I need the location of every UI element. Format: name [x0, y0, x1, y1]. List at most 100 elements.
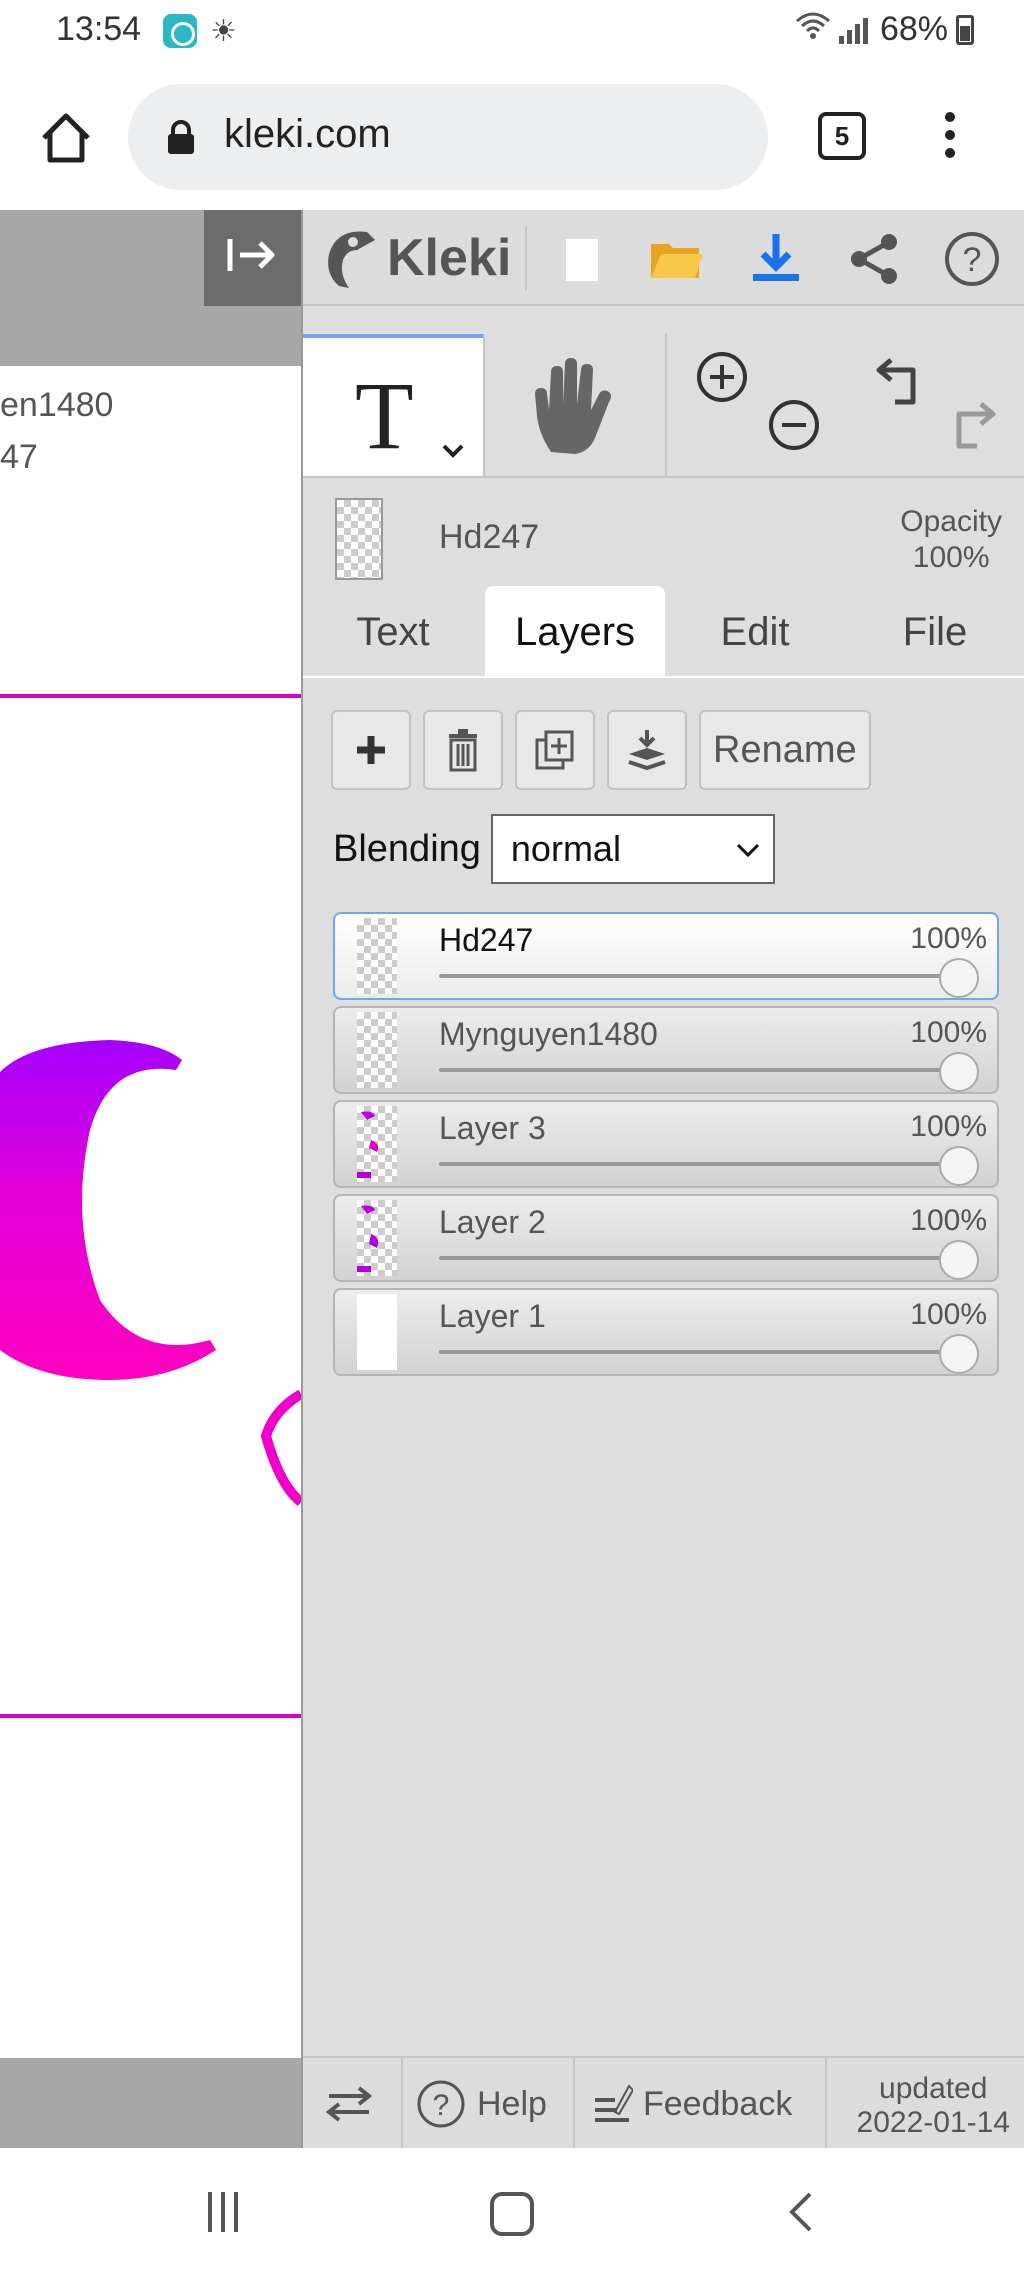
battery-text: 68%: [879, 10, 948, 48]
browser-menu-icon[interactable]: [940, 112, 960, 164]
layer-opacity-knob[interactable]: [939, 1334, 979, 1374]
help-circle-icon: ?: [417, 2080, 465, 2128]
layer-opacity-slider[interactable]: [439, 1068, 959, 1072]
layer-opacity: 100%: [910, 1298, 987, 1331]
blending-select[interactable]: normal: [490, 814, 775, 884]
tab-switcher-button[interactable]: 5: [818, 112, 866, 160]
drawing-canvas[interactable]: en1480 47: [0, 210, 301, 2148]
battery-icon: [956, 14, 974, 45]
current-layer-info: Hd247 Opacity 100%: [303, 480, 1024, 580]
updated-date: 2022-01-14: [856, 2106, 1010, 2139]
layer-opacity-knob[interactable]: [939, 1240, 979, 1280]
trash-icon: [449, 729, 477, 772]
layer-actions: Rename: [331, 710, 871, 792]
tool-bar: T: [303, 334, 1024, 478]
layer-opacity: 100%: [910, 1204, 987, 1237]
layer-name: Layer 3: [439, 1110, 546, 1146]
tab-layers[interactable]: Layers: [485, 586, 665, 678]
canvas-bottom-border: [0, 2058, 301, 2148]
signal-icon: [838, 16, 868, 44]
feedback-pen-icon: [595, 2084, 633, 2122]
recent-apps-icon[interactable]: [208, 2192, 248, 2232]
layer-opacity: 100%: [910, 1016, 987, 1049]
home-icon[interactable]: [36, 108, 96, 168]
logo-text: Kleki: [387, 229, 512, 287]
system-nav-bar: [0, 2148, 1024, 2276]
opacity-label: Opacity: [900, 505, 1002, 538]
weather-icon: ☀: [210, 15, 237, 48]
lock-icon: [168, 120, 194, 154]
layer-item[interactable]: Layer 2 100%: [333, 1194, 999, 1282]
plus-icon: [357, 736, 385, 764]
add-layer-button[interactable]: [331, 710, 411, 790]
status-time: 13:54: [56, 10, 142, 48]
duplicate-layer-button[interactable]: [515, 710, 595, 790]
help-icon[interactable]: ?: [943, 230, 1001, 288]
tab-text[interactable]: Text: [303, 586, 483, 678]
layer-opacity-slider[interactable]: [439, 1350, 959, 1354]
help-button[interactable]: ? Help: [415, 2058, 547, 2150]
download-icon[interactable]: [747, 230, 805, 288]
blending-value: normal: [510, 828, 621, 869]
layer-opacity-knob[interactable]: [939, 1052, 979, 1092]
home-nav-icon[interactable]: [490, 2192, 534, 2236]
open-folder-icon[interactable]: [647, 230, 705, 288]
side-panel: Kleki ? T Hd247 Opacity 100% Text Layers…: [301, 210, 1024, 2150]
layer-thumbnail: [357, 1106, 397, 1182]
tab-file[interactable]: File: [845, 586, 1024, 678]
layer-opacity-slider[interactable]: [439, 1256, 959, 1260]
layer-opacity-slider[interactable]: [439, 974, 959, 978]
layer-item[interactable]: Mynguyen1480 100%: [333, 1006, 999, 1094]
canvas-artwork: [0, 694, 301, 1718]
rename-layer-button[interactable]: Rename: [699, 710, 871, 790]
blending-row: Blending normal: [333, 814, 775, 884]
feedback-button[interactable]: Feedback: [593, 2058, 792, 2150]
chevron-down-icon[interactable]: [441, 438, 465, 462]
layer-thumbnail: [357, 918, 397, 994]
tab-edit[interactable]: Edit: [665, 586, 845, 678]
layer-item[interactable]: Hd247 100%: [333, 912, 999, 1000]
zoom-in-icon[interactable]: [695, 350, 749, 404]
text-tool-button[interactable]: T: [303, 334, 483, 476]
panel-tabs: Text Layers Edit File: [303, 586, 1024, 678]
zoom-out-icon[interactable]: [767, 398, 821, 452]
text-tool-icon: T: [355, 362, 414, 469]
status-bar: 13:54 ☀ 68%: [0, 0, 1024, 62]
layer-name: Layer 1: [439, 1298, 546, 1334]
layer-list: Hd247 100% Mynguyen1480 100% Layer 3 100…: [333, 912, 999, 1382]
blending-label: Blending: [333, 827, 481, 870]
swap-side-button[interactable]: [325, 2058, 373, 2150]
updated-label: updated: [879, 2072, 988, 2105]
undo-icon[interactable]: [873, 354, 927, 408]
current-layer-name: Hd247: [439, 518, 540, 556]
kleki-logo-icon: [328, 231, 375, 288]
layer-item[interactable]: Layer 1 100%: [333, 1288, 999, 1376]
layer-opacity-slider[interactable]: [439, 1162, 959, 1166]
layer-name: Layer 2: [439, 1204, 546, 1240]
layer-opacity-knob[interactable]: [939, 958, 979, 998]
url-bar[interactable]: kleki.com: [128, 84, 768, 190]
layer-name: Mynguyen1480: [439, 1016, 658, 1052]
layer-item[interactable]: Layer 3 100%: [333, 1100, 999, 1188]
feedback-label: Feedback: [643, 2084, 793, 2123]
new-image-icon[interactable]: [551, 230, 609, 288]
back-icon[interactable]: [786, 2192, 814, 2232]
url-text: kleki.com: [224, 112, 391, 156]
duplicate-icon: [535, 730, 574, 770]
wifi-icon: [795, 11, 831, 49]
updated-info: updated 2022-01-14: [857, 2072, 1010, 2140]
layer-name: Hd247: [439, 922, 534, 958]
layer-thumbnail: [357, 1200, 397, 1276]
merge-layer-button[interactable]: [607, 710, 687, 790]
status-right: 68%: [795, 10, 974, 49]
kleki-logo[interactable]: Kleki: [323, 222, 511, 294]
layer-opacity-knob[interactable]: [939, 1146, 979, 1186]
share-icon[interactable]: [845, 230, 903, 288]
layer-opacity: 100%: [910, 1110, 987, 1143]
redo-icon[interactable]: [945, 398, 999, 452]
merge-down-icon: [628, 730, 666, 771]
hand-tool-icon[interactable]: [529, 354, 615, 458]
panel-footer: ? Help Feedback updated 2022-01-14: [303, 2056, 1024, 2150]
layer-thumbnail: [357, 1012, 397, 1088]
delete-layer-button[interactable]: [423, 710, 503, 790]
